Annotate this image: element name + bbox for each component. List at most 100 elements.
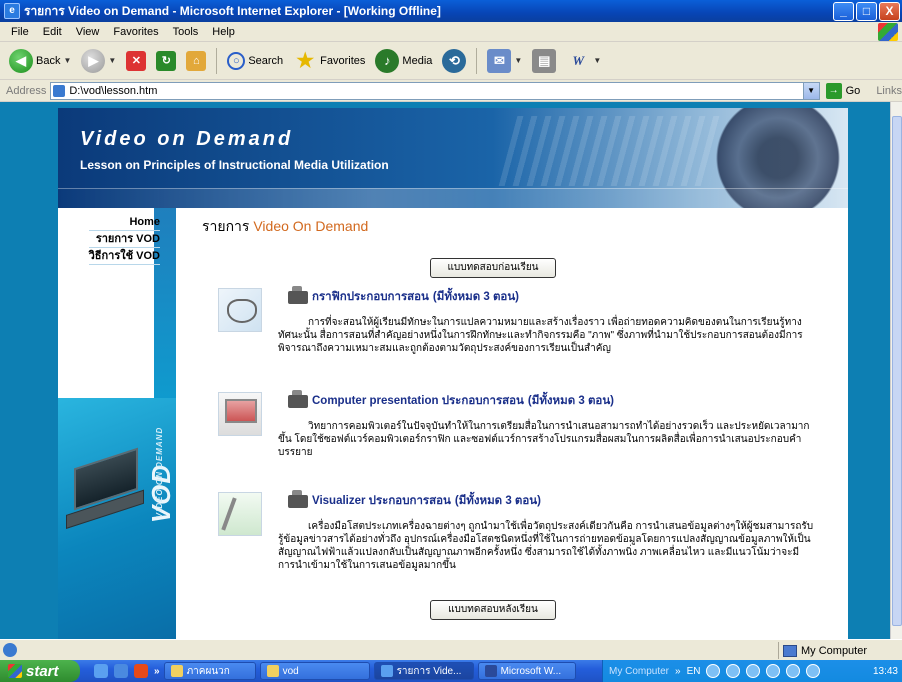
word-button[interactable]: W ▼ [563,47,604,75]
tray-icon[interactable] [706,664,721,678]
vod-logo-subtext: VIDEO ON DEMAND [155,426,165,519]
start-button[interactable]: start [0,660,80,682]
address-bar: Address D:\vod\lesson.htm ▼ → Go Links [0,80,902,102]
menu-file[interactable]: File [4,26,36,38]
print-button[interactable]: ▤ [529,47,559,75]
sidebar-item-vod-howto[interactable]: วิธีการใช้ VOD [88,248,160,265]
menu-view[interactable]: View [69,26,107,38]
taskbar-item[interactable]: vod [259,662,370,680]
media-player-icon[interactable] [134,664,148,678]
projector-icon [288,285,308,304]
search-icon: ○ [227,51,246,70]
sidebar-nav: Home รายการ VOD วิธีการใช้ VOD [88,214,160,265]
toolbar-divider [216,47,218,74]
favorites-button[interactable]: ★ Favorites [290,47,368,75]
title-bar: e รายการ Video on Demand - Microsoft Int… [0,0,902,22]
vertical-scrollbar[interactable] [890,102,902,639]
page-status-icon [3,643,17,657]
back-arrow-icon: ◀ [9,48,33,73]
refresh-button[interactable]: ↻ [153,49,179,73]
folder-icon [266,665,279,677]
menu-edit[interactable]: Edit [36,26,69,38]
graphics-thumbnail[interactable] [218,288,262,332]
web-page: Video on Demand Lesson on Principles of … [58,108,848,639]
main-content: รายการ Video On Demand แบบทดสอบก่อนเรียน… [176,208,848,639]
star-icon: ★ [296,49,315,72]
forward-arrow-icon: ▶ [81,48,106,73]
scrollbar-thumb[interactable] [892,116,902,626]
go-label: Go [845,84,861,97]
links-button[interactable]: Links [876,85,902,97]
mail-button[interactable]: ✉ ▼ [484,47,525,75]
close-button[interactable]: X [879,2,900,21]
header-banner: Video on Demand Lesson on Principles of … [58,108,848,208]
lesson-description: วิทยาการคอมพิวเตอร์ในปัจจุบันทำให้ในการเ… [278,421,810,458]
menu-help[interactable]: Help [205,26,242,38]
lesson-title-link[interactable]: Visualizer ประกอบการสอน [312,492,451,510]
home-button[interactable]: ⌂ [183,49,209,73]
stop-button[interactable]: ✕ [123,49,149,73]
page-icon [53,84,66,97]
lesson-title-link[interactable]: กราฟิกประกอบการสอน [312,288,429,306]
windows-logo-icon [878,23,898,41]
go-arrow-icon: → [825,82,842,99]
pretest-button[interactable]: แบบทดสอบก่อนเรียน [430,258,556,278]
lesson-count: (มีทั้งหมด 3 ตอน) [454,495,541,507]
dropdown-arrow-icon: ▼ [108,56,117,65]
address-label: Address [6,84,47,97]
lesson-description: การที่จะสอนให้ผู้เรียนมีทักษะในการแปลควา… [278,317,803,354]
quick-launch: » [94,664,160,678]
taskbar-item[interactable]: Microsoft W... [477,662,576,680]
printer-icon: ▤ [532,48,557,73]
home-icon: ⌂ [186,50,207,71]
visualizer-thumbnail[interactable] [218,492,262,536]
tray-icon[interactable] [766,664,781,678]
menu-favorites[interactable]: Favorites [106,26,165,38]
tray-icon[interactable] [726,664,741,678]
desktop-icon[interactable] [94,664,108,678]
sidebar-item-home[interactable]: Home [88,214,160,231]
taskbar-item[interactable]: รายการ Vide... [373,662,474,680]
menu-tools[interactable]: Tools [166,26,206,38]
address-value: D:\vod\lesson.htm [69,84,158,97]
media-button[interactable]: ♪ Media [372,47,435,75]
word-icon: W [572,52,585,68]
back-label: Back [36,54,61,67]
tray-icon[interactable] [746,664,761,678]
address-dropdown-icon[interactable]: ▼ [802,82,819,99]
forward-button[interactable]: ▶ ▼ [78,47,119,75]
go-button[interactable]: → Go [825,82,861,99]
toolbar-divider [476,47,478,74]
toolbar: ◀ Back ▼ ▶ ▼ ✕ ↻ ⌂ ○ Search ★ Favorites … [0,42,902,80]
stop-icon: ✕ [126,50,147,71]
history-button[interactable]: ⟲ [439,47,469,75]
word-icon [484,665,497,677]
tray-icon[interactable] [786,664,801,678]
computer-thumbnail[interactable] [218,392,262,436]
address-input[interactable]: D:\vod\lesson.htm ▼ [50,81,820,100]
language-indicator[interactable]: EN [687,666,701,677]
tray-icon[interactable] [806,664,821,678]
sidebar-item-vod-list[interactable]: รายการ VOD [88,231,160,248]
sidebar: VOD VIDEO ON DEMAND Home รายการ VOD วิธี… [58,208,176,639]
mail-icon: ✉ [487,48,512,73]
window-title: รายการ Video on Demand - Microsoft Inter… [24,3,441,18]
ie-quicklaunch-icon[interactable] [114,664,128,678]
posttest-button[interactable]: แบบทดสอบหลังเรียน [430,600,556,620]
tray-mycomputer[interactable]: My Computer [609,666,669,677]
banner-swoosh [58,188,848,208]
menu-bar: File Edit View Favorites Tools Help [0,22,902,42]
browser-content: Video on Demand Lesson on Principles of … [0,102,890,639]
chevron-right-icon[interactable]: » [675,666,681,677]
maximize-button[interactable]: □ [856,2,877,21]
search-button[interactable]: ○ Search [224,50,286,72]
folder-icon [170,665,183,677]
taskbar-item[interactable]: ภาคผนวก [163,662,256,680]
computer-icon [783,644,797,657]
media-label: Media [402,54,433,67]
chevron-right-icon[interactable]: » [154,666,160,677]
lesson-title-link[interactable]: Computer presentation ประกอบการสอน [312,392,524,410]
back-button[interactable]: ◀ Back ▼ [6,47,74,75]
start-label: start [26,662,59,680]
minimize-button[interactable]: _ [833,2,854,21]
